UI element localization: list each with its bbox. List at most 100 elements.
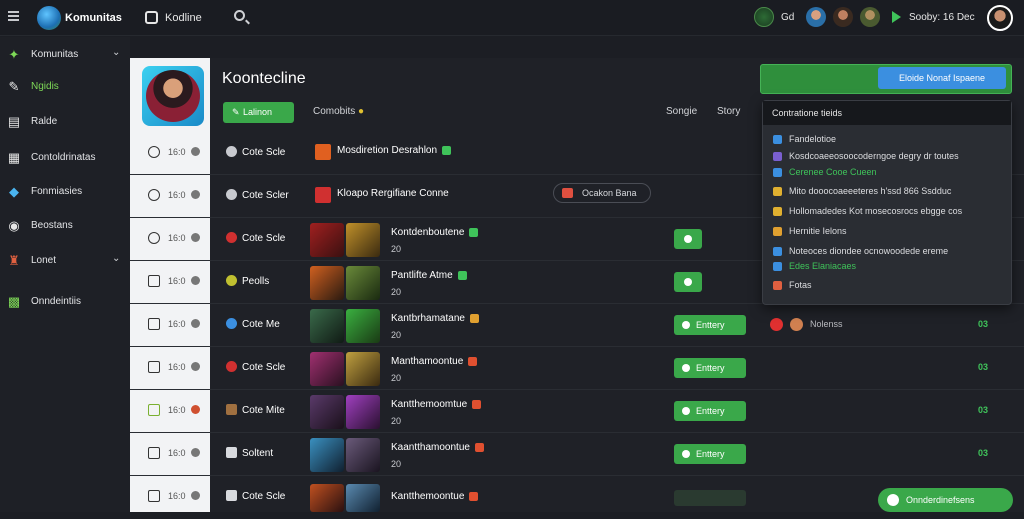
game-thumbnail[interactable] <box>346 484 380 512</box>
profile-avatar[interactable] <box>987 5 1013 31</box>
status-dot <box>191 147 200 156</box>
banner-button[interactable]: Eloide Nonaf Ispaene <box>878 67 1006 89</box>
dropdown-item[interactable]: Kosdcoaeeosoocoderngoe degry dr toutes <box>773 151 959 162</box>
sidebar-item-ralde[interactable]: ▤ Ralde <box>0 108 130 136</box>
game-name[interactable]: Kloapo Rergifiane Conne <box>337 188 449 199</box>
entry-button[interactable] <box>674 490 746 506</box>
dropdown-header: Contratione tieids <box>763 101 1011 125</box>
row-tag: 03 <box>978 319 989 329</box>
game-thumbnail[interactable] <box>346 352 380 386</box>
game-name[interactable]: Kantthemoomtue <box>391 399 482 410</box>
tab-comobits[interactable]: Comobits ● <box>313 106 364 117</box>
entry-button[interactable]: Enttery <box>674 401 746 421</box>
game-name[interactable]: Kantbrhamatane <box>391 313 479 324</box>
game-name[interactable]: Kaantthamoontue <box>391 442 484 453</box>
game-thumbnail[interactable] <box>346 438 380 472</box>
row-number: 16:0 <box>168 147 186 157</box>
join-button[interactable] <box>674 229 702 249</box>
game-name[interactable]: Kontdenboutene <box>391 227 479 238</box>
game-thumbnail[interactable] <box>310 438 344 472</box>
app-name: Komunitas <box>65 12 122 24</box>
row-number: 16:0 <box>168 491 186 501</box>
sidebar-item-fonmiasies[interactable]: ◆ Fonmiasies <box>0 178 130 206</box>
status-icon[interactable] <box>754 7 774 27</box>
row-label: Cote Scle <box>242 233 286 244</box>
table-row[interactable]: 16:0 Cote Mite Kantthemoomtue 20 Enttery… <box>130 390 1024 433</box>
dropdown-item[interactable]: Hernitie Ielons <box>773 226 847 237</box>
chevron-down-icon[interactable]: ⌄ <box>112 253 120 264</box>
square-icon <box>148 361 160 373</box>
game-count: 20 <box>391 330 402 340</box>
sidebar-item-contoldrinatas[interactable]: ▦ Contoldrinatas <box>0 144 130 172</box>
row-label: Soltent <box>242 448 274 459</box>
table-row[interactable]: 16:0 Cote Scle Manthamoontue 20 Enttery … <box>130 347 1024 390</box>
game-thumbnail[interactable] <box>310 484 344 512</box>
game-thumbnail[interactable] <box>310 223 344 257</box>
gem-icon <box>148 404 160 416</box>
entry-button[interactable]: Enttery <box>674 358 746 378</box>
status-dot <box>191 362 200 371</box>
sidebar-item-ngidis[interactable]: ✎ Ngidis <box>0 73 130 101</box>
search-icon[interactable] <box>234 10 245 21</box>
game-icon <box>315 144 331 160</box>
chevron-down-icon[interactable]: ⌄ <box>112 47 120 58</box>
plus-box-icon <box>148 447 160 459</box>
sidebar-item-label: Onndeintiis <box>31 296 82 307</box>
game-name[interactable]: Kantthemoontue <box>391 491 479 502</box>
tab-kodline[interactable]: Kodline <box>165 12 202 24</box>
table-row[interactable]: 16:0 Cote Me Kantbrhamatane 20 Enttery N… <box>130 304 1024 347</box>
dropdown-item[interactable]: Fotas <box>773 280 812 291</box>
dropdown-item[interactable]: Fandelotioe <box>773 134 836 145</box>
sidebar-item-komunitas[interactable]: ✦ Komunitas ⌄ <box>0 41 130 69</box>
game-thumbnail[interactable] <box>310 309 344 343</box>
chart-icon: ▦ <box>7 150 21 165</box>
status-dot <box>191 190 200 199</box>
app-logo[interactable] <box>37 6 61 30</box>
entry-button[interactable]: Enttery <box>674 444 746 464</box>
sidebar-item-onndeintiis[interactable]: ▩ Onndeintiis <box>0 288 130 316</box>
dropdown-item[interactable]: Edes Elaniacaes <box>773 261 856 272</box>
edit-button[interactable]: Lalinon <box>223 102 294 123</box>
join-button[interactable] <box>674 272 702 292</box>
game-thumbnail[interactable] <box>310 352 344 386</box>
play-icon[interactable] <box>892 11 901 23</box>
character-icon: ♜ <box>8 253 20 268</box>
friend-avatar[interactable] <box>806 7 826 27</box>
sidebar-item-label: Ngidis <box>31 81 59 92</box>
sidebar-item-lonet[interactable]: ♜ Lonet ⌄ <box>0 247 130 275</box>
game-thumbnail[interactable] <box>310 266 344 300</box>
menu-icon[interactable] <box>8 11 19 21</box>
sidebar-item-beostans[interactable]: ◉ Beostans <box>0 212 130 240</box>
game-name[interactable]: Manthamoontue <box>391 356 478 367</box>
friend-avatar[interactable] <box>860 7 880 27</box>
game-name[interactable]: Pantlifte Atme <box>391 270 467 281</box>
filter-chip[interactable]: Ocakon Bana <box>553 183 651 203</box>
home-icon <box>148 318 160 330</box>
row-tag: 03 <box>978 405 989 415</box>
dropdown-item[interactable]: Cerenee Cooe Cueen <box>773 167 877 178</box>
game-thumbnail[interactable] <box>346 309 380 343</box>
row-icon <box>226 447 237 458</box>
game-thumbnail[interactable] <box>346 266 380 300</box>
dropdown-item[interactable]: Mito dooocoaeeeteres h'ssd 866 Ssdduc <box>773 186 951 197</box>
friend-avatar[interactable] <box>833 7 853 27</box>
game-thumbnail[interactable] <box>310 395 344 429</box>
page-title: Koontecline <box>222 70 306 87</box>
tab-story[interactable]: Story <box>717 106 740 117</box>
clock-icon <box>148 232 160 244</box>
row-label: Cote Scle <box>242 491 286 502</box>
dropdown-item[interactable]: Hollomadedes Kot mosecosrocs ebgge cos <box>773 206 962 217</box>
game-thumbnail[interactable] <box>346 223 380 257</box>
sidebar-item-label: Fonmiasies <box>31 186 83 197</box>
row-tag: 03 <box>978 448 989 458</box>
game-name[interactable]: Mosdiretion Desrahlon <box>337 145 452 156</box>
tab-songie[interactable]: Songie <box>666 106 697 117</box>
table-row[interactable]: 16:0 Soltent Kaantthamoontue 20 Enttery … <box>130 433 1024 476</box>
game-thumbnail[interactable] <box>346 395 380 429</box>
row-label: Cote Me <box>242 319 280 330</box>
entry-button[interactable]: Enttery <box>674 315 746 335</box>
game-count: 20 <box>391 244 402 254</box>
dropdown-item[interactable]: Noteoces diondee ocnowoodede ereme <box>773 246 948 257</box>
floating-action-button[interactable]: Onnderdinefsens <box>878 488 1013 512</box>
community-avatar[interactable] <box>142 66 204 126</box>
